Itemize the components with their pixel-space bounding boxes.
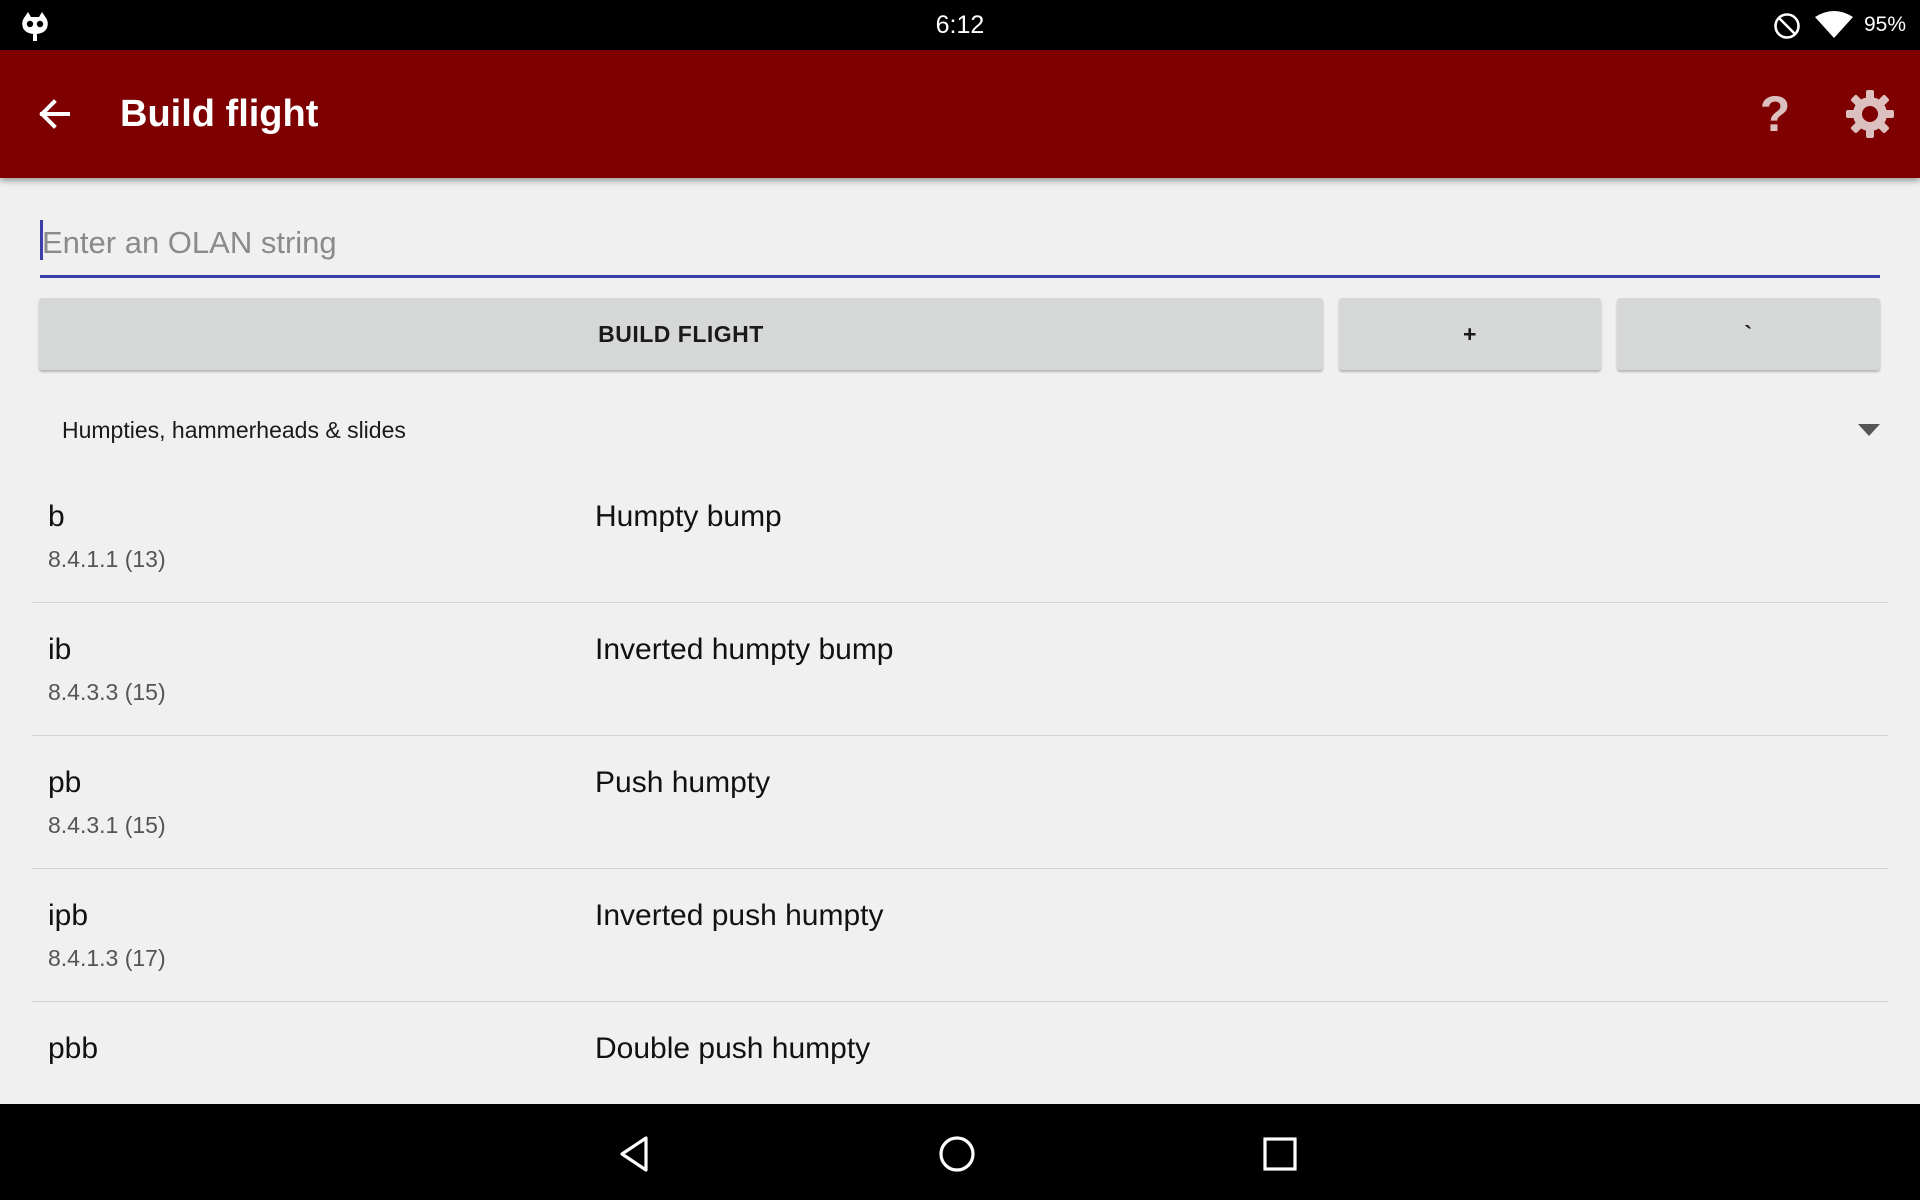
page-title: Build flight [120, 93, 319, 135]
app-bar: Build flight ? [0, 50, 1920, 178]
list-item[interactable]: ib 8.4.3.3 (15) Inverted humpty bump [32, 603, 1888, 736]
figure-name: Inverted humpty bump [595, 633, 894, 666]
gear-icon [1846, 90, 1894, 138]
figure-name: Double push humpty [595, 1032, 871, 1065]
do-not-disturb-icon [1774, 13, 1800, 39]
figure-code: pbb [48, 1032, 99, 1065]
figure-code: pb [48, 766, 82, 799]
help-icon: ? [1759, 86, 1791, 142]
text-cursor [40, 220, 43, 260]
status-bar: 6:12 95% [0, 0, 1920, 50]
figure-name: Inverted push humpty [595, 899, 884, 932]
nav-back-icon[interactable] [612, 1132, 656, 1176]
olan-string-input[interactable] [40, 210, 1880, 278]
battery-level: 95% [1864, 13, 1907, 36]
category-dropdown[interactable]: Humpties, hammerheads & slides [40, 400, 1880, 460]
clock: 6:12 [935, 11, 985, 39]
list-item[interactable]: pbb Double push humpty [32, 1002, 1888, 1104]
settings-button[interactable] [1840, 84, 1900, 144]
wifi-icon [1815, 11, 1853, 38]
figure-reference: 8.4.3.3 (15) [48, 679, 166, 705]
figure-code: b [48, 500, 65, 533]
nav-recents-icon[interactable] [1258, 1132, 1302, 1176]
figure-code: ipb [48, 899, 89, 932]
figure-name: Humpty bump [595, 500, 782, 533]
tick-button[interactable]: ` [1617, 298, 1880, 370]
plus-button[interactable]: + [1339, 298, 1601, 370]
figure-reference: 8.4.1.1 (13) [48, 546, 166, 572]
back-button[interactable] [26, 84, 86, 144]
navigation-bar [0, 1104, 1920, 1200]
list-item[interactable]: ipb 8.4.1.3 (17) Inverted push humpty [32, 869, 1888, 1002]
figure-name: Push humpty [595, 766, 771, 799]
figure-reference: 8.4.1.3 (17) [48, 945, 166, 971]
dropdown-arrow-icon [1858, 424, 1880, 436]
arrow-back-icon [39, 99, 70, 129]
build-flight-button[interactable]: BUILD FLIGHT [39, 298, 1323, 370]
list-item[interactable]: b 8.4.1.1 (13) Humpty bump [32, 470, 1888, 603]
help-button[interactable]: ? [1745, 84, 1805, 144]
figure-list: b 8.4.1.1 (13) Humpty bump ib 8.4.3.3 (1… [32, 470, 1888, 1104]
figure-reference: 8.4.3.1 (15) [48, 812, 166, 838]
list-item[interactable]: pb 8.4.3.1 (15) Push humpty [32, 736, 1888, 869]
figure-code: ib [48, 633, 72, 666]
nav-home-icon[interactable] [935, 1132, 979, 1176]
category-selected-label: Humpties, hammerheads & slides [62, 417, 406, 443]
